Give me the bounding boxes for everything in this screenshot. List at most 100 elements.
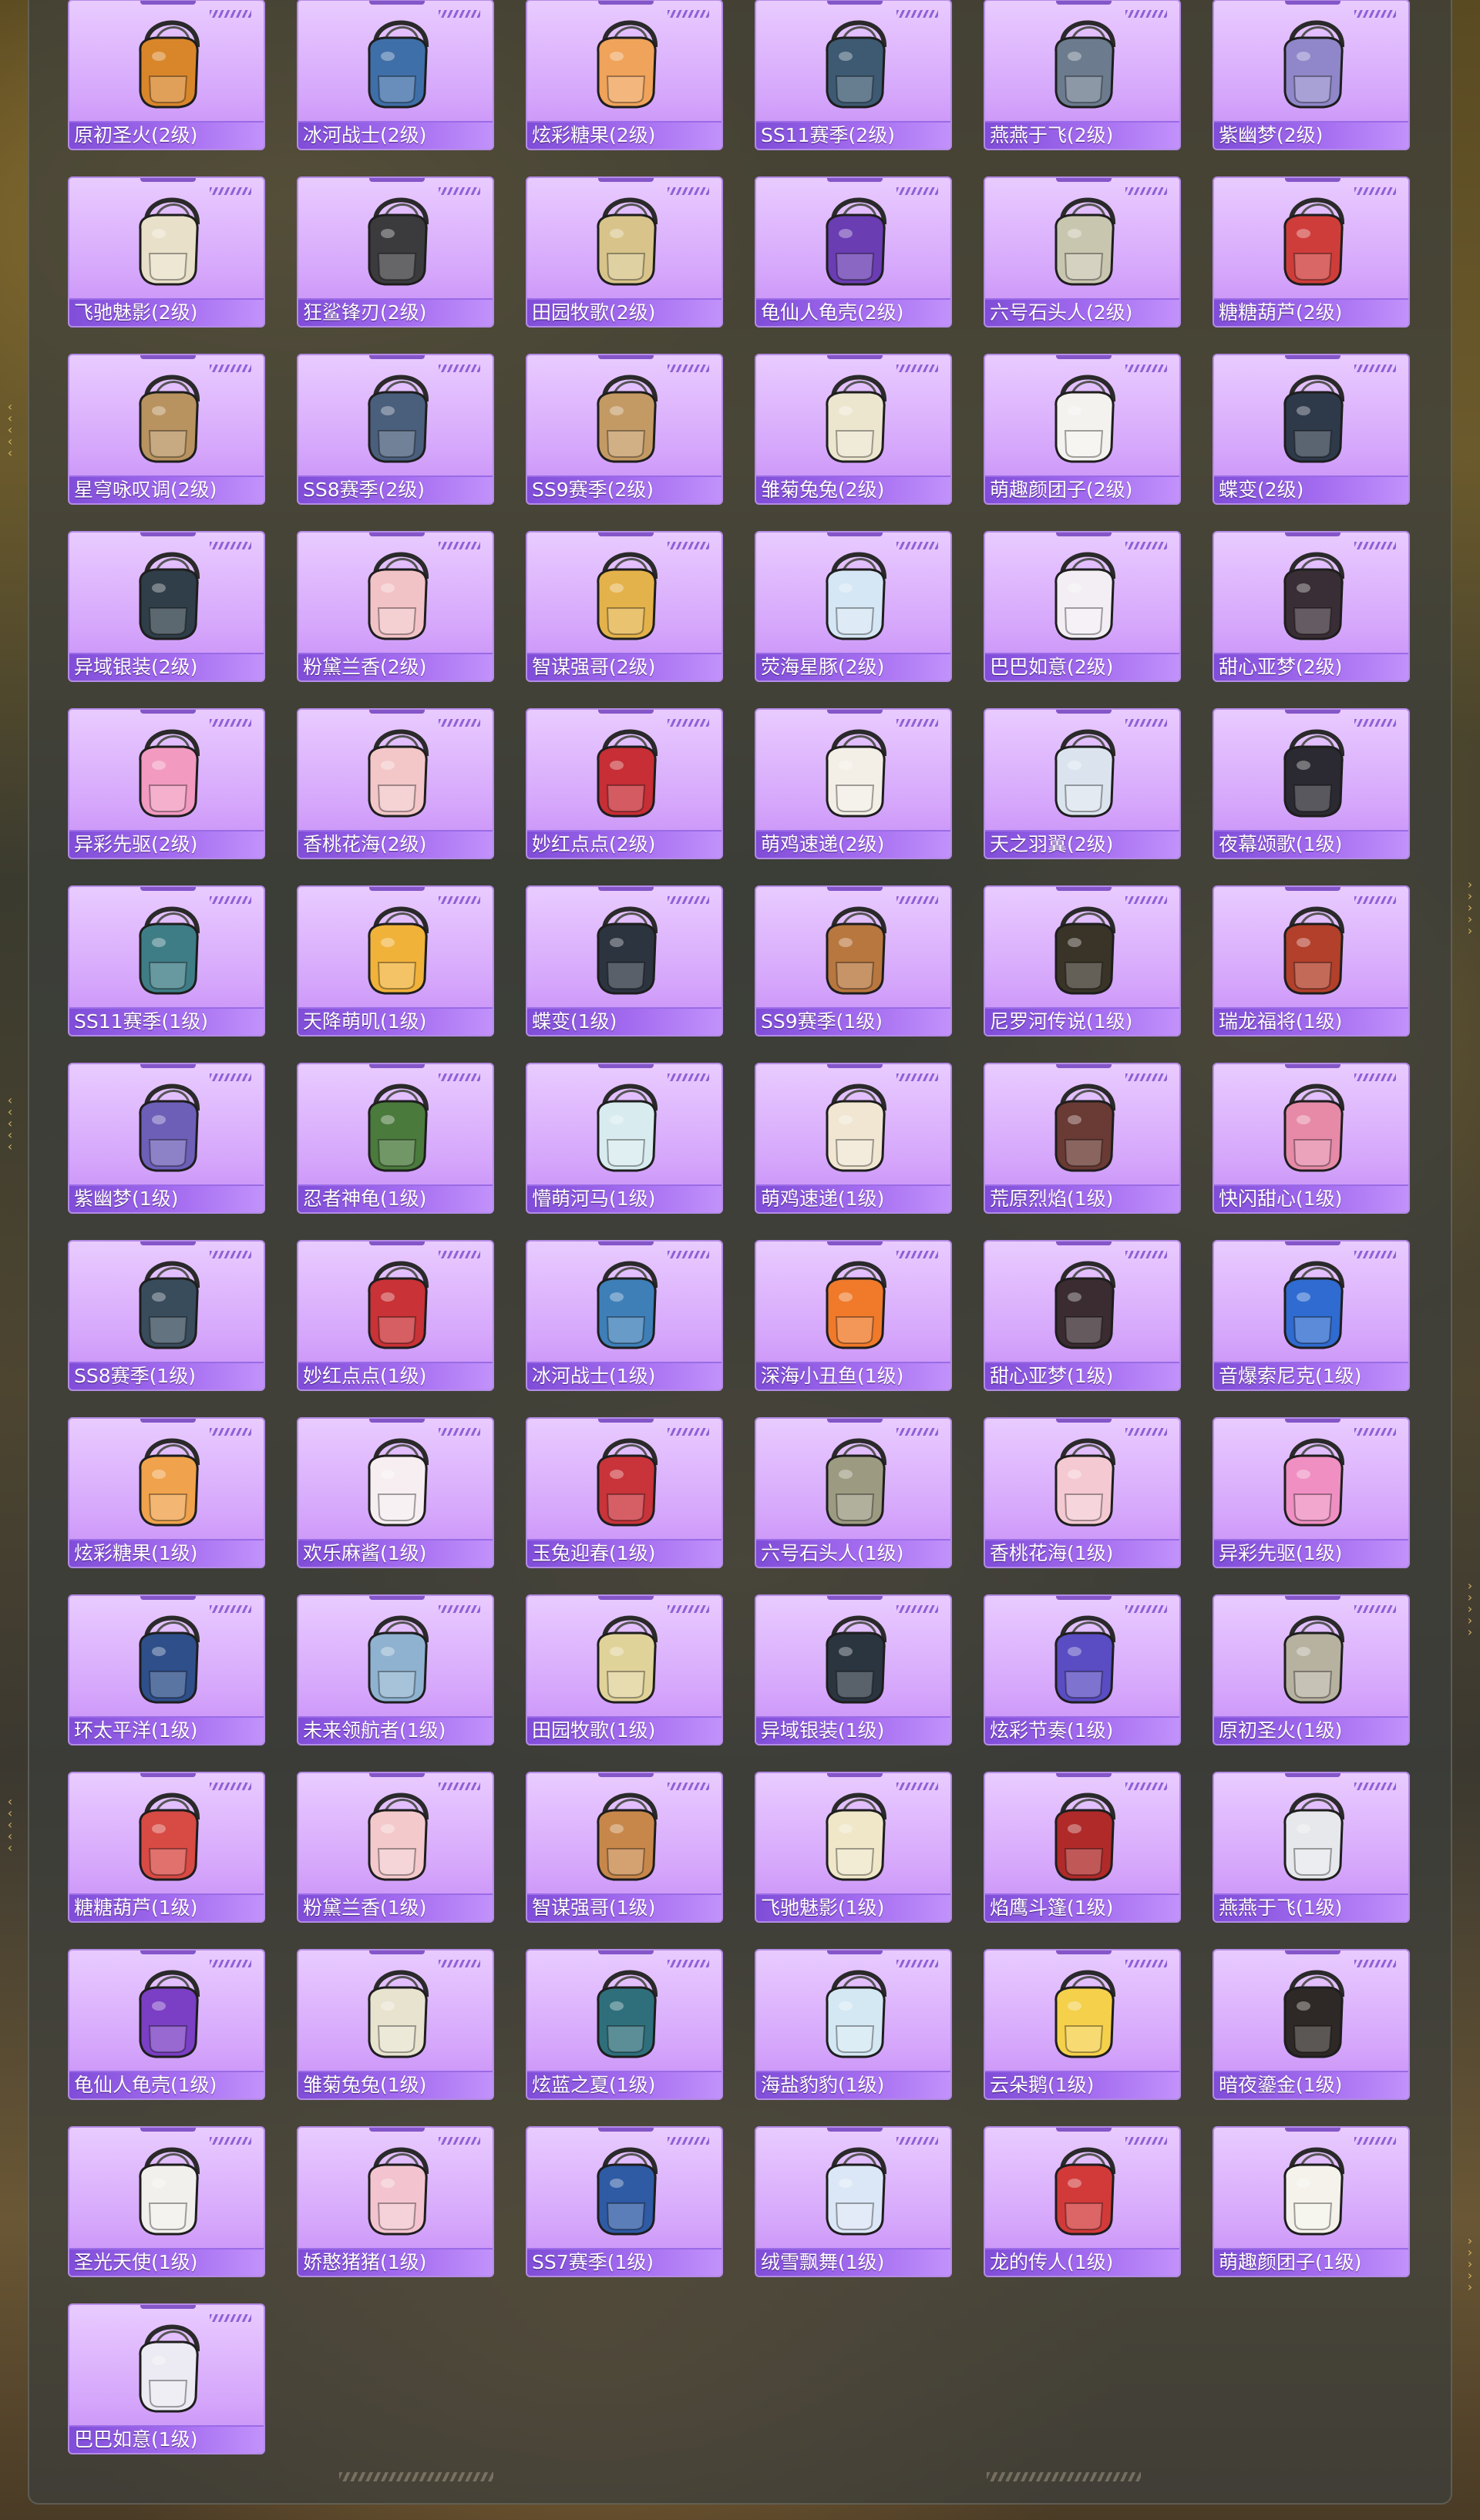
card-stripe-decoration [668,1428,709,1436]
backpack-card[interactable]: 快闪甜心(1级) [1213,1063,1410,1214]
card-stripe-decoration [896,10,938,18]
card-stripe-decoration [1354,10,1396,18]
card-stripe-decoration [896,365,938,372]
backpack-card[interactable]: 荒原烈焰(1级) [984,1063,1181,1214]
backpack-card[interactable]: 萌鸡速递(2级) [755,708,952,859]
backpack-card[interactable]: 炫彩糖果(2级) [526,0,723,150]
backpack-card[interactable]: 雏菊兔兔(2级) [755,354,952,505]
backpack-card[interactable]: 玉兔迎春(1级) [526,1417,723,1568]
backpack-card[interactable]: 天之羽翼(2级) [984,708,1181,859]
backpack-card[interactable]: 未来领航者(1级) [297,1594,494,1746]
backpack-card[interactable]: 暗夜鎏金(1级) [1213,1949,1410,2100]
card-stripe-decoration [896,1074,938,1081]
backpack-card[interactable]: SS7赛季(1级) [526,2126,723,2277]
backpack-card[interactable]: 娇憨猪猪(1级) [297,2126,494,2277]
backpack-card[interactable]: 妙红点点(1级) [297,1240,494,1391]
backpack-card[interactable]: 海盐豹豹(1级) [755,1949,952,2100]
backpack-card[interactable]: 糖糖葫芦(1级) [68,1772,265,1923]
backpack-card[interactable]: 六号石头人(1级) [755,1417,952,1568]
backpack-card[interactable]: 妙红点点(2级) [526,708,723,859]
backpack-icon [1054,197,1116,286]
backpack-card[interactable]: 甜心亚梦(1级) [984,1240,1181,1391]
backpack-card[interactable]: SS11赛季(2级) [755,0,952,150]
backpack-card[interactable]: 夜幕颂歌(1级) [1213,708,1410,859]
backpack-card[interactable]: 巴巴如意(1级) [68,2303,265,2454]
backpack-card[interactable]: 异彩先驱(2级) [68,708,265,859]
backpack-card[interactable]: 异域银装(1级) [755,1594,952,1746]
backpack-card[interactable]: 圣光天使(1级) [68,2126,265,2277]
backpack-card[interactable]: 欢乐麻酱(1级) [297,1417,494,1568]
backpack-card[interactable]: 音爆索尼克(1级) [1213,1240,1410,1391]
backpack-card[interactable]: 异彩先驱(1级) [1213,1417,1410,1568]
backpack-icon [1283,197,1345,286]
backpack-card[interactable]: 紫幽梦(1级) [68,1063,265,1214]
backpack-name-label: 甜心亚梦(1级) [985,1363,1179,1389]
backpack-card[interactable]: SS8赛季(1级) [68,1240,265,1391]
backpack-card[interactable]: 六号石头人(2级) [984,176,1181,328]
backpack-card[interactable]: 冰河战士(1级) [526,1240,723,1391]
backpack-name-label: 荒原烈焰(1级) [985,1186,1179,1212]
backpack-card[interactable]: SS9赛季(1级) [755,885,952,1037]
backpack-card[interactable]: 尼罗河传说(1级) [984,885,1181,1037]
backpack-card[interactable]: 异域银装(2级) [68,531,265,682]
backpack-card[interactable]: 萌趣颜团子(2级) [984,354,1181,505]
backpack-card[interactable]: 燕燕于飞(2级) [984,0,1181,150]
backpack-card[interactable]: 龙的传人(1级) [984,2126,1181,2277]
backpack-card[interactable]: 香桃花海(2级) [297,708,494,859]
backpack-card[interactable]: 蝶变(2级) [1213,354,1410,505]
backpack-card[interactable]: 天降萌叽(1级) [297,885,494,1037]
backpack-card[interactable]: 雏菊兔兔(1级) [297,1949,494,2100]
backpack-card[interactable]: 深海小丑鱼(1级) [755,1240,952,1391]
backpack-card[interactable]: 飞驰魅影(2级) [68,176,265,328]
backpack-card[interactable]: 星穹咏叹调(2级) [68,354,265,505]
backpack-card[interactable]: 原初圣火(1级) [1213,1594,1410,1746]
right-chevron-decoration: › › › › › [1467,1578,1473,1639]
backpack-card[interactable]: 炫彩节奏(1级) [984,1594,1181,1746]
card-stripe-decoration [439,896,480,904]
backpack-card[interactable]: 龟仙人龟壳(2级) [755,176,952,328]
backpack-card[interactable]: 炫蓝之夏(1级) [526,1949,723,2100]
card-stripe-decoration [1354,187,1396,195]
backpack-card[interactable]: 懵萌河马(1级) [526,1063,723,1214]
backpack-card[interactable]: 狂鲨锋刃(2级) [297,176,494,328]
backpack-card[interactable]: 巴巴如意(2级) [984,531,1181,682]
backpack-card[interactable]: 香桃花海(1级) [984,1417,1181,1568]
backpack-card[interactable]: 云朵鹅(1级) [984,1949,1181,2100]
backpack-card[interactable]: 瑞龙福将(1级) [1213,885,1410,1037]
backpack-card[interactable]: 环太平洋(1级) [68,1594,265,1746]
backpack-card[interactable]: 萌鸡速递(1级) [755,1063,952,1214]
backpack-card[interactable]: 粉黛兰香(2级) [297,531,494,682]
backpack-card[interactable]: 焰鹰斗篷(1级) [984,1772,1181,1923]
backpack-card[interactable]: 萌趣颜团子(1级) [1213,2126,1410,2277]
backpack-card[interactable]: 荧海星豚(2级) [755,531,952,682]
backpack-icon [139,197,200,286]
backpack-card[interactable]: 糖糖葫芦(2级) [1213,176,1410,328]
backpack-card[interactable]: 智谋强哥(2级) [526,531,723,682]
backpack-card[interactable]: 甜心亚梦(2级) [1213,531,1410,682]
backpack-name-label: 冰河战士(2级) [298,123,493,149]
backpack-icon [368,1793,429,1881]
backpack-card[interactable]: 龟仙人龟壳(1级) [68,1949,265,2100]
backpack-card[interactable]: 智谋强哥(1级) [526,1772,723,1923]
backpack-card[interactable]: SS11赛季(1级) [68,885,265,1037]
backpack-card[interactable]: 飞驰魅影(1级) [755,1772,952,1923]
backpack-card[interactable]: 忍者神龟(1级) [297,1063,494,1214]
backpack-card[interactable]: 粉黛兰香(1级) [297,1772,494,1923]
card-top-notch [369,710,425,714]
backpack-icon [1283,552,1345,640]
backpack-card[interactable]: 冰河战士(2级) [297,0,494,150]
backpack-card[interactable]: 炫彩糖果(1级) [68,1417,265,1568]
card-top-notch [1056,355,1112,359]
backpack-card[interactable]: 田园牧歌(1级) [526,1594,723,1746]
card-stripe-decoration [896,1960,938,1967]
backpack-card[interactable]: 原初圣火(2级) [68,0,265,150]
backpack-icon [139,729,200,818]
backpack-card[interactable]: 紫幽梦(2级) [1213,0,1410,150]
backpack-card[interactable]: 绒雪飘舞(1级) [755,2126,952,2277]
backpack-card[interactable]: SS9赛季(2级) [526,354,723,505]
backpack-card[interactable]: 燕燕于飞(1级) [1213,1772,1410,1923]
backpack-card[interactable]: 田园牧歌(2级) [526,176,723,328]
backpack-card[interactable]: 蝶变(1级) [526,885,723,1037]
backpack-card[interactable]: SS8赛季(2级) [297,354,494,505]
backpack-name-label: 海盐豹豹(1级) [756,2072,950,2098]
